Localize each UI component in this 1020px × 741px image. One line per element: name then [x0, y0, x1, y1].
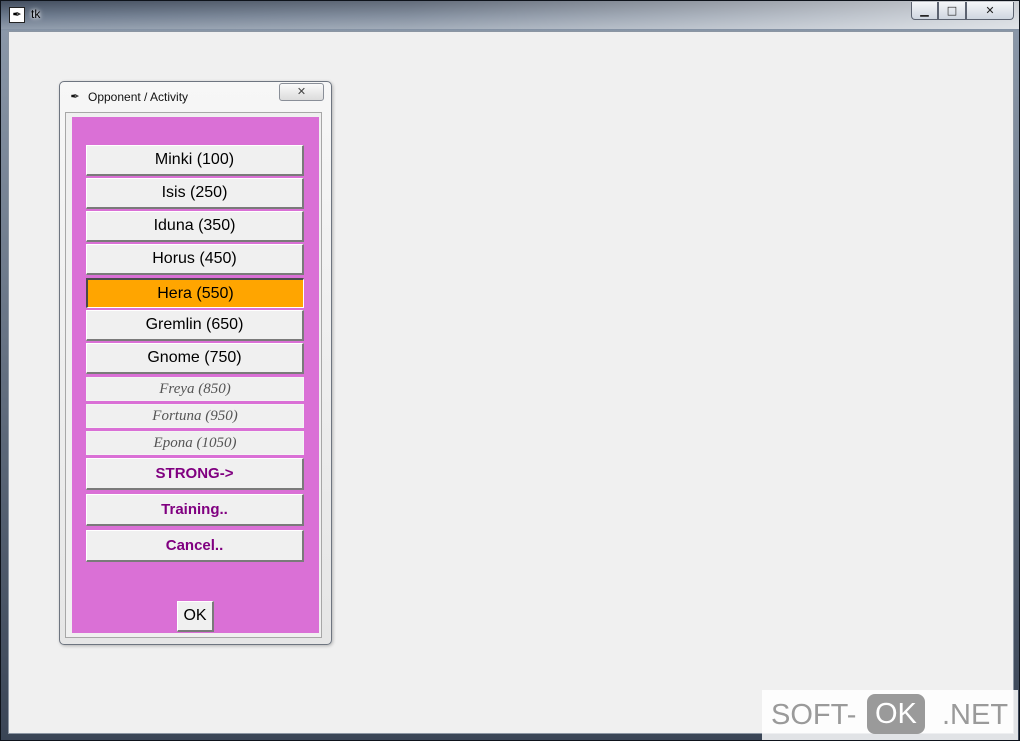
feather-tk-icon: ✒: [9, 7, 25, 23]
dialog-title: Opponent / Activity: [88, 90, 189, 104]
main-window: ✒ tk ▁ □ ✕ ✒ Opponent / Activity ✕ Minki…: [0, 0, 1020, 741]
opponent-panel: Minki (100) Isis (250) Iduna (350) Horus…: [72, 117, 319, 633]
ok-button[interactable]: OK: [177, 601, 214, 632]
opponent-button-epona: Epona (1050): [86, 431, 304, 455]
opponent-button-gnome[interactable]: Gnome (750): [86, 343, 304, 374]
opponent-button-freya: Freya (850): [86, 377, 304, 401]
dialog-close-button[interactable]: ✕: [279, 83, 324, 101]
dialog-body: Minki (100) Isis (250) Iduna (350) Horus…: [65, 112, 322, 638]
opponent-button-hera[interactable]: Hera (550): [86, 278, 304, 308]
title-bar[interactable]: ✒ tk ▁ □ ✕: [1, 1, 1019, 29]
close-button[interactable]: ✕: [966, 2, 1014, 20]
watermark-text-ok: OK: [867, 694, 925, 734]
opponent-button-isis[interactable]: Isis (250): [86, 178, 304, 209]
watermark-logo: SOFT- OK .NET: [762, 690, 1018, 740]
strong-button[interactable]: STRONG->: [86, 458, 304, 490]
opponent-button-minki[interactable]: Minki (100): [86, 145, 304, 176]
watermark-text-soft: SOFT-: [771, 699, 857, 731]
opponent-button-iduna[interactable]: Iduna (350): [86, 211, 304, 242]
cancel-button[interactable]: Cancel..: [86, 530, 304, 562]
window-title: tk: [31, 7, 41, 21]
feather-tk-icon: ✒: [70, 90, 80, 103]
opponent-button-fortuna: Fortuna (950): [86, 404, 304, 428]
training-button[interactable]: Training..: [86, 494, 304, 526]
watermark-text-net: .NET: [942, 699, 1009, 731]
maximize-button[interactable]: □: [938, 2, 966, 20]
opponent-button-horus[interactable]: Horus (450): [86, 244, 304, 275]
opponent-dialog: ✒ Opponent / Activity ✕ Minki (100) Isis…: [59, 81, 332, 645]
minimize-button[interactable]: ▁: [911, 2, 938, 20]
opponent-button-gremlin[interactable]: Gremlin (650): [86, 310, 304, 341]
